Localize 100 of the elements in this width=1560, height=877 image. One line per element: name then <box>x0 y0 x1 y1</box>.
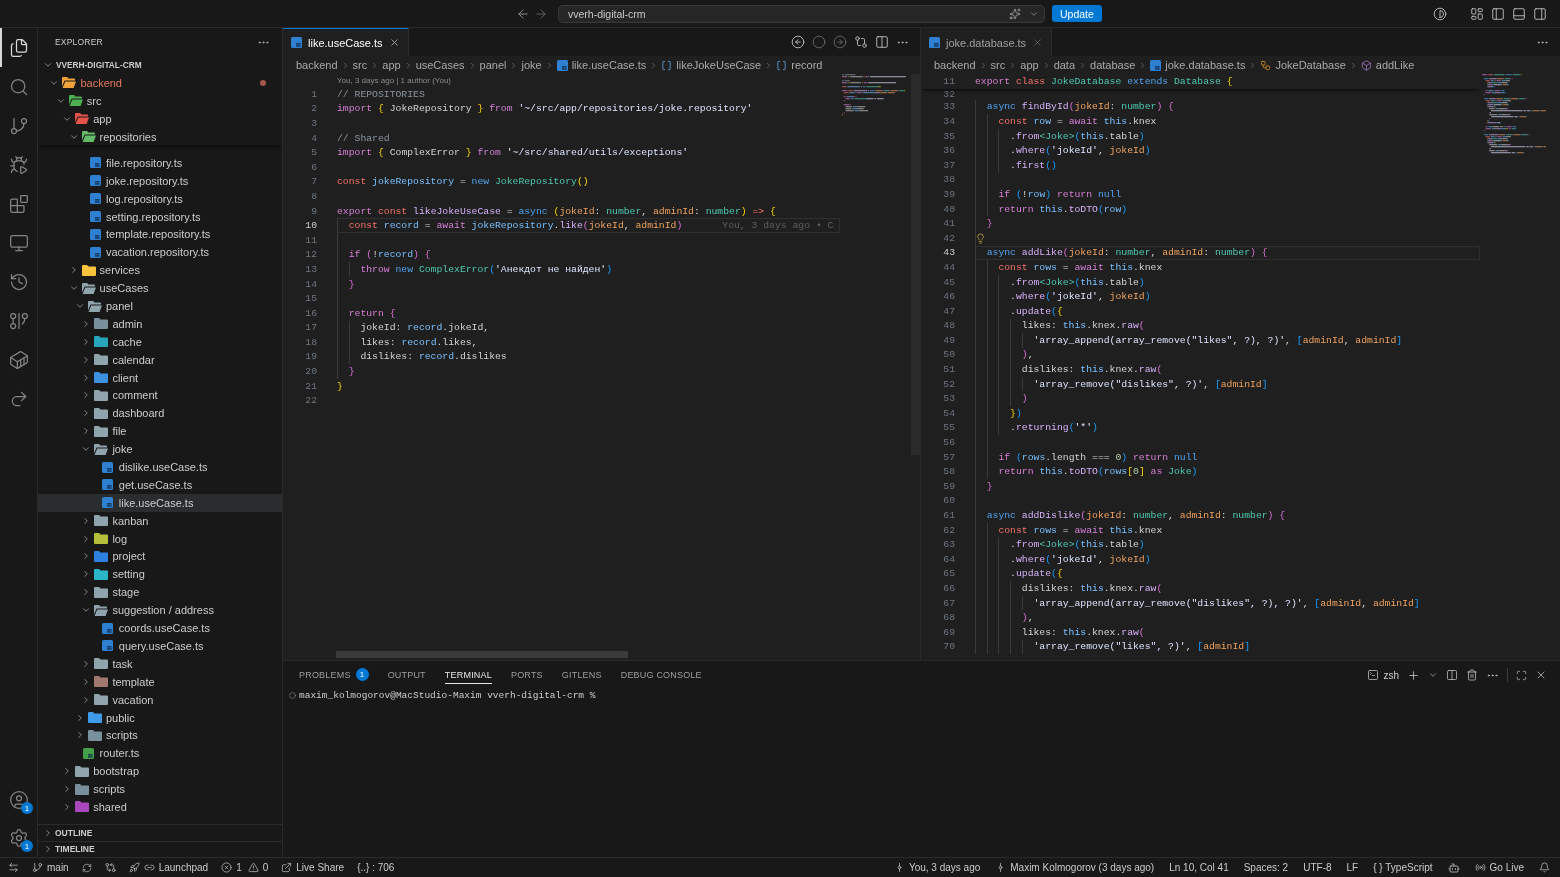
breadcrumb-item[interactable]: src <box>352 59 368 71</box>
search-icon[interactable] <box>8 76 29 97</box>
status-item[interactable]: Live Share <box>281 862 345 873</box>
tree-item[interactable]: suggestion / address <box>38 601 282 620</box>
tree-item[interactable]: scripts <box>38 726 282 745</box>
breadcrumb-item[interactable]: like.useCase.ts <box>556 59 647 71</box>
status-item[interactable]: Launchpad <box>128 862 209 873</box>
breadcrumb-item[interactable]: joke <box>521 59 542 71</box>
right-sidebar-icon[interactable] <box>1533 6 1547 21</box>
tree-item[interactable]: file.repository.ts <box>38 153 282 172</box>
status-item[interactable]: UTF-8 <box>1303 862 1332 873</box>
tree-item[interactable]: comment <box>38 386 282 405</box>
lightbulb-icon[interactable] <box>975 232 986 244</box>
tree-item[interactable]: useCases <box>38 279 282 298</box>
codelens[interactable]: You, 3 days ago | 1 author (You) <box>337 74 451 87</box>
tree-item[interactable]: cache <box>38 332 282 351</box>
branch-icon[interactable] <box>8 115 29 136</box>
panel-tab[interactable]: GITLENS <box>561 666 602 684</box>
circle-icon[interactable] <box>812 35 826 49</box>
circle-arrow-right-icon[interactable] <box>833 35 847 49</box>
tree-item[interactable]: template <box>38 672 282 691</box>
layout-icon[interactable] <box>1470 6 1484 21</box>
tree-item[interactable]: like.useCase.ts <box>38 493 282 512</box>
tree-item[interactable]: panel <box>38 297 282 315</box>
status-item[interactable]: Spaces: 2 <box>1243 862 1289 873</box>
tree-item[interactable]: services <box>38 261 282 280</box>
settings-icon[interactable] <box>8 828 29 848</box>
tree-item[interactable]: log <box>38 529 282 548</box>
trash-icon[interactable] <box>1466 669 1478 681</box>
split-editor-icon[interactable] <box>875 35 889 49</box>
tree-item[interactable]: shared <box>38 798 282 816</box>
tree-item[interactable]: setting.repository.ts <box>38 207 282 226</box>
monitor-icon[interactable] <box>8 232 29 253</box>
breadcrumb-item[interactable]: src <box>990 59 1006 71</box>
status-item[interactable]: You, 3 days ago <box>893 862 981 873</box>
tree-item[interactable]: backend <box>38 73 282 92</box>
sidebar-toggle-icon[interactable] <box>1491 6 1505 21</box>
tree-item[interactable]: coords.useCase.ts <box>38 619 282 637</box>
status-item[interactable]: main <box>32 862 69 873</box>
tree-item[interactable]: router.ts <box>38 744 282 763</box>
section-header[interactable]: OUTLINE <box>38 824 282 841</box>
scrollbar-thumb[interactable] <box>336 651 628 658</box>
breadcrumb-item[interactable]: useCases <box>415 59 465 71</box>
tree-item[interactable]: stage <box>38 583 282 602</box>
tree-item[interactable]: app <box>38 109 282 128</box>
tree-item[interactable]: dashboard <box>38 404 282 423</box>
status-item[interactable]: Maxim Kolmogorov (3 days ago) <box>995 862 1155 873</box>
close-icon[interactable] <box>1535 669 1547 681</box>
tree-item[interactable]: project <box>38 547 282 566</box>
git-compare-icon[interactable] <box>104 862 116 873</box>
bell-icon[interactable] <box>1539 862 1550 873</box>
tree-item[interactable]: log.repository.ts <box>38 189 282 208</box>
panel-tab[interactable]: DEBUG CONSOLE <box>620 666 702 684</box>
contrast-icon[interactable] <box>1433 6 1447 21</box>
tree-item[interactable]: public <box>38 708 282 727</box>
breadcrumb-item[interactable]: joke.database.ts <box>1150 59 1246 71</box>
breadcrumb-item[interactable]: backend <box>934 59 976 71</box>
blocks-icon[interactable] <box>8 193 29 214</box>
breadcrumb-item[interactable]: app <box>382 59 401 71</box>
status-item[interactable]: LF <box>1346 862 1359 873</box>
breadcrumb-item[interactable]: JokeDatabase <box>1260 59 1346 71</box>
tree-item[interactable]: client <box>38 368 282 387</box>
back-arrow-icon[interactable] <box>516 6 530 21</box>
command-center[interactable]: vverh-digital-crm <box>558 4 1045 23</box>
breadcrumb-item[interactable]: addLike <box>1360 59 1415 71</box>
breadcrumb-item[interactable]: likeJokeUseCase <box>661 59 762 71</box>
status-item[interactable]: { } TypeScript <box>1373 862 1433 873</box>
tree-item[interactable]: scripts <box>38 780 282 798</box>
tree-item[interactable]: joke.repository.ts <box>38 171 282 190</box>
tree-item[interactable]: repositories <box>38 127 282 146</box>
status-item[interactable]: Go Live <box>1474 862 1524 873</box>
container-icon[interactable] <box>8 349 29 370</box>
panel-tab[interactable]: OUTPUT <box>387 666 426 684</box>
tree-item[interactable]: vacation.repository.ts <box>38 243 282 262</box>
update-button[interactable]: Update <box>1052 5 1102 22</box>
tree-item[interactable]: bootstrap <box>38 762 282 781</box>
forward-arrow-icon[interactable] <box>534 6 548 21</box>
tree-item[interactable]: template.repository.ts <box>38 225 282 244</box>
editor-tab[interactable]: like.useCase.ts <box>283 28 409 56</box>
panel-toggle-icon[interactable] <box>1512 6 1526 21</box>
tree-item[interactable]: kanban <box>38 511 282 530</box>
error-count[interactable]: 1 <box>221 862 242 873</box>
bot-icon[interactable] <box>1447 861 1460 874</box>
tree-item[interactable]: task <box>38 654 282 673</box>
tree-item[interactable]: admin <box>38 314 282 333</box>
files-icon[interactable] <box>8 37 29 58</box>
caret-icon[interactable] <box>1428 670 1438 680</box>
history-icon[interactable] <box>8 271 29 292</box>
tree-item[interactable]: setting <box>38 565 282 584</box>
tree-item[interactable]: calendar <box>38 350 282 369</box>
bug-play-icon[interactable] <box>8 154 29 175</box>
circle-arrow-left-icon[interactable] <box>791 35 805 49</box>
breadcrumb-item[interactable]: database <box>1090 59 1136 71</box>
terminal-selector[interactable]: zsh <box>1367 669 1399 681</box>
panel-tab[interactable]: PROBLEMS 1 <box>299 666 369 684</box>
git-compare-icon[interactable] <box>854 35 868 49</box>
git-graph-icon[interactable] <box>8 310 29 331</box>
editor-tab[interactable]: joke.database.ts <box>921 28 1053 56</box>
panel-tab[interactable]: PORTS <box>510 666 543 684</box>
maximize-icon[interactable] <box>1516 669 1527 681</box>
